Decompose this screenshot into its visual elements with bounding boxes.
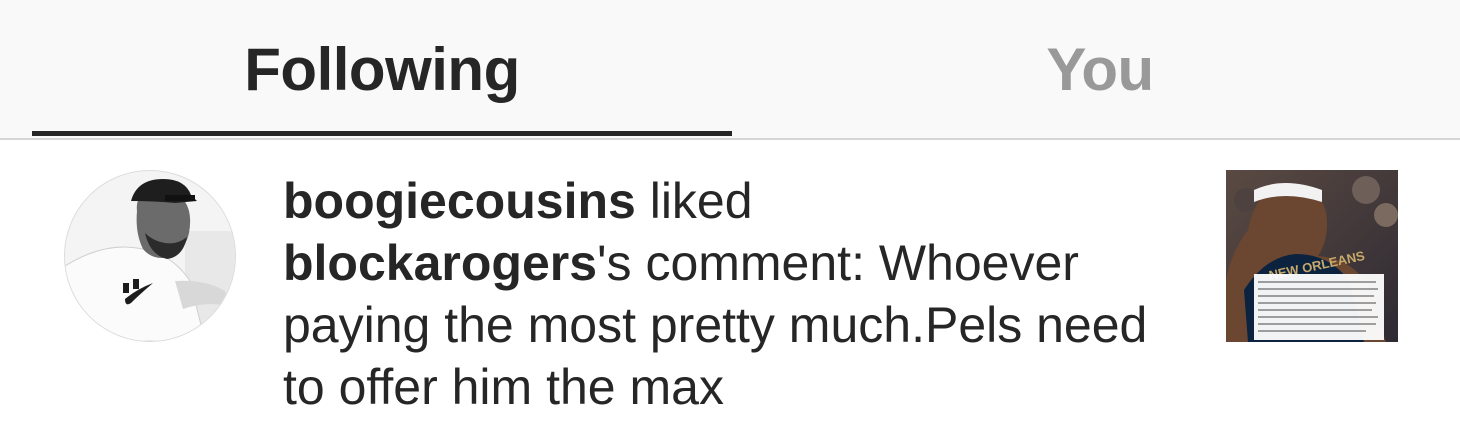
active-tab-indicator bbox=[32, 131, 732, 136]
comment-prefix: 's comment: bbox=[597, 235, 879, 291]
tab-following[interactable]: Following bbox=[32, 0, 732, 138]
target-username[interactable]: blockarogers bbox=[283, 235, 597, 291]
post-thumbnail[interactable]: NEW ORLEANS bbox=[1226, 170, 1398, 342]
avatar-photo bbox=[65, 171, 235, 341]
notification-text: boogiecousins liked blockarogers's comme… bbox=[283, 170, 1193, 418]
notification-verb: liked bbox=[635, 173, 753, 229]
tab-you[interactable]: You bbox=[750, 0, 1450, 138]
avatar[interactable] bbox=[64, 170, 236, 342]
tab-following-label: Following bbox=[244, 35, 520, 103]
activity-tab-bar: Following You bbox=[0, 0, 1460, 140]
activity-notification-row[interactable]: boogiecousins liked blockarogers's comme… bbox=[0, 142, 1460, 442]
tab-you-label: You bbox=[1046, 35, 1154, 103]
post-thumbnail-image: NEW ORLEANS bbox=[1226, 170, 1398, 342]
actor-username[interactable]: boogiecousins bbox=[283, 173, 636, 229]
